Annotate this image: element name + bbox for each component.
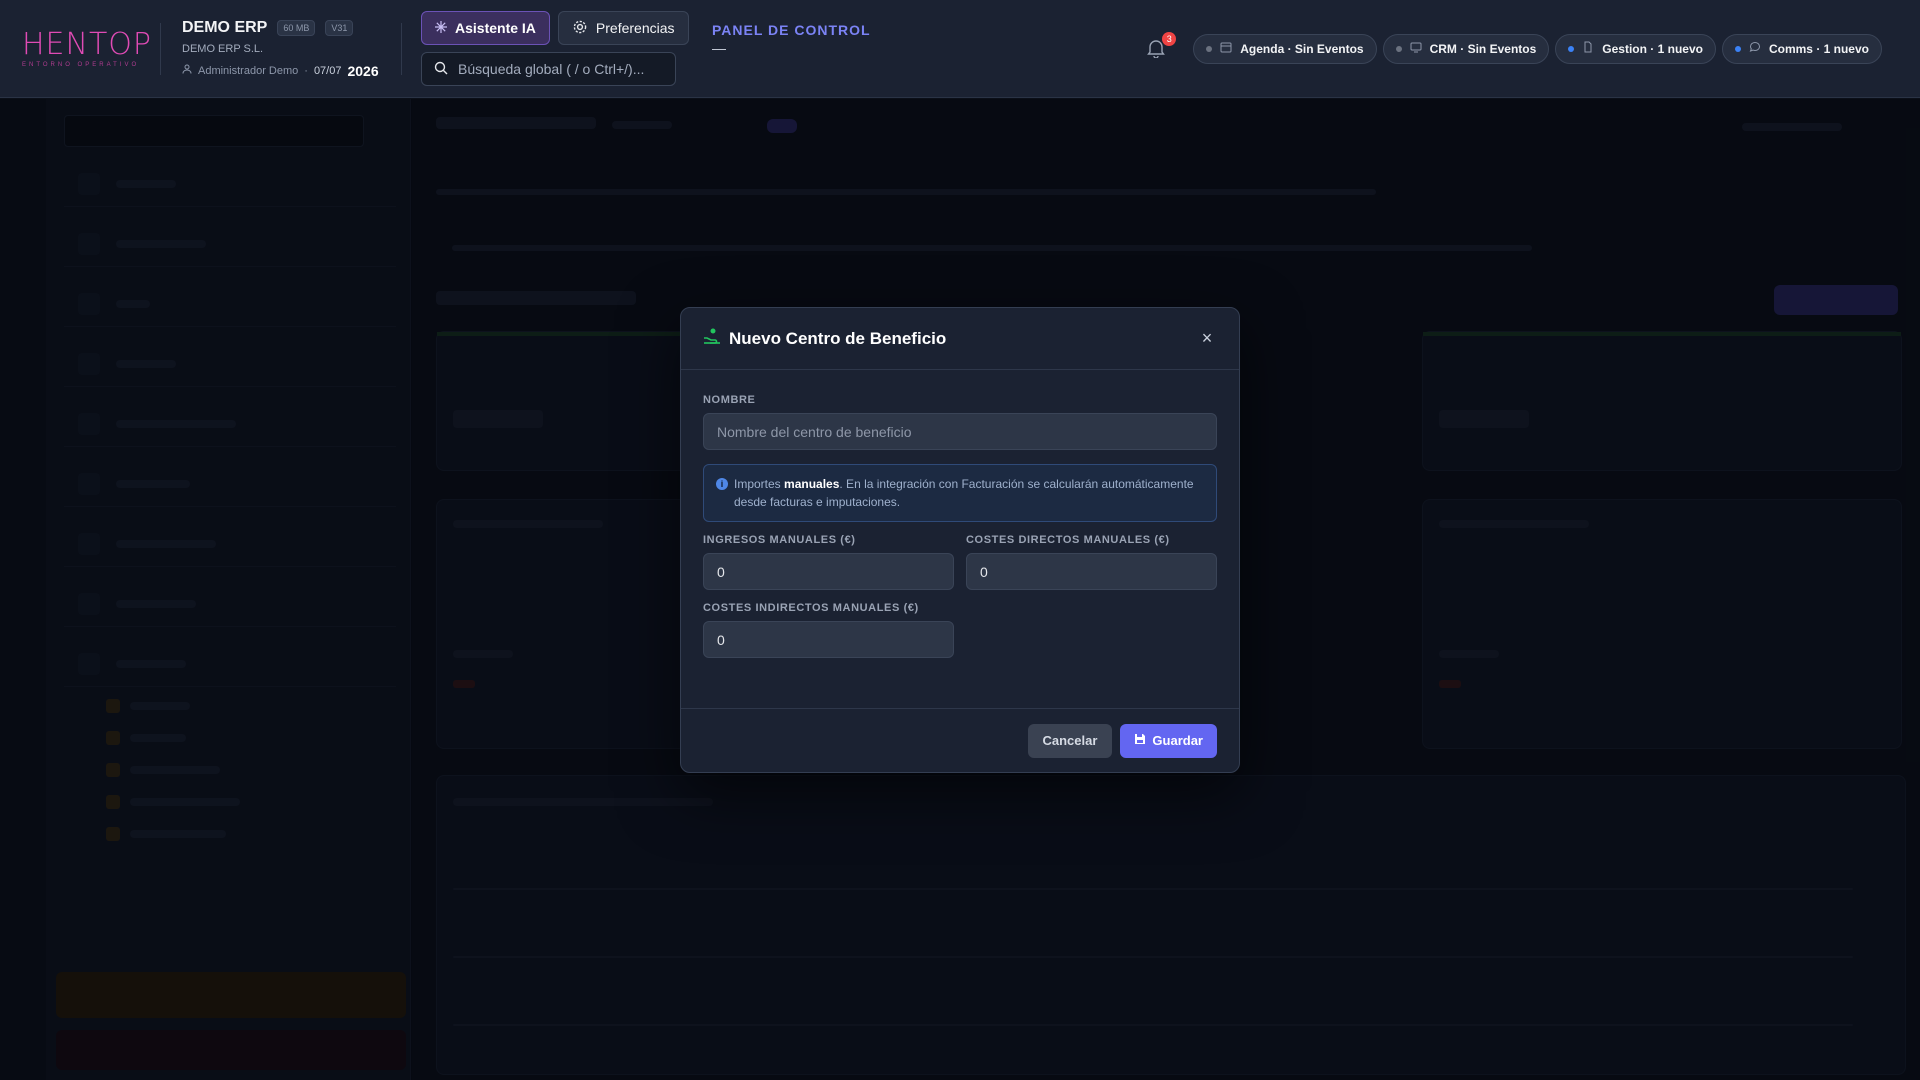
logo-subtitle: ENTORNO OPERATIVO — [22, 61, 140, 68]
comms-status-pill[interactable]: Comms · 1 nuevo — [1721, 33, 1882, 64]
gear-icon — [572, 19, 588, 38]
info-icon: i — [716, 478, 728, 490]
sparkle-icon — [435, 20, 447, 36]
indirect-costs-label: COSTES INDIRECTOS MANUALES (€) — [703, 602, 919, 614]
ai-assistant-button[interactable]: Asistente IA — [421, 11, 550, 45]
chat-icon — [1749, 41, 1761, 56]
status-dot — [1734, 45, 1741, 52]
info-notice: i Importes manuales. En la integración c… — [703, 464, 1217, 522]
company-name: DEMO ERP — [182, 18, 268, 36]
comms-status-label: Comms · 1 nuevo — [1768, 41, 1869, 56]
hand-coin-icon — [703, 327, 721, 350]
income-costs-row: INGRESOS MANUALES (€) COSTES DIRECTOS MA… — [703, 534, 1217, 590]
crm-status-label: CRM · Sin Eventos — [1429, 41, 1537, 56]
preferences-button[interactable]: Preferencias — [557, 11, 689, 45]
status-dot — [1568, 45, 1575, 52]
current-date: 07/07 — [313, 64, 342, 77]
income-label: INGRESOS MANUALES (€) — [703, 534, 856, 546]
bell-icon — [1147, 39, 1166, 62]
separator-dot: · — [304, 64, 308, 77]
company-info: DEMO ERP 60 MB V31 DEMO ERP S.L. Adminis… — [161, 19, 401, 79]
top-bar: HENTOP ENTORNO OPERATIVO DEMO ERP 60 MB … — [0, 0, 1920, 98]
logo-text: HENTOP — [22, 26, 152, 62]
header-tools: Asistente IA Preferencias Búsqueda globa… — [402, 11, 692, 86]
page-title: PANEL DE CONTROL — [712, 22, 871, 38]
crm-status-pill[interactable]: CRM · Sin Eventos — [1382, 33, 1550, 64]
search-icon — [434, 61, 448, 78]
global-search-input[interactable]: Búsqueda global ( / o Ctrl+/)... — [421, 52, 676, 86]
agenda-status-label: Agenda · Sin Eventos — [1240, 41, 1364, 56]
fiscal-year[interactable]: 2026 — [347, 63, 378, 79]
gestion-status-pill[interactable]: Gestion · 1 nuevo — [1555, 33, 1716, 64]
indirect-costs-input[interactable] — [703, 621, 954, 658]
modal-title: Nuevo Centro de Beneficio — [729, 328, 947, 348]
direct-costs-label: COSTES DIRECTOS MANUALES (€) — [966, 534, 1170, 546]
save-icon — [1134, 733, 1146, 748]
save-label: Guardar — [1152, 733, 1203, 748]
storage-badge: 60 MB — [277, 19, 316, 36]
info-text: Importes manuales. En la integración con… — [734, 475, 1204, 511]
user-name: Administrador Demo — [198, 64, 299, 77]
income-input[interactable] — [703, 553, 954, 590]
calendar-icon — [1220, 41, 1232, 56]
indirect-costs-row: COSTES INDIRECTOS MANUALES (€) — [703, 602, 1217, 658]
modal-footer: Cancelar Guardar — [681, 708, 1239, 772]
page-title-block: PANEL DE CONTROL — — [712, 0, 871, 56]
page-subtitle: — — [712, 40, 726, 56]
company-legal-name: DEMO ERP S.L. — [182, 42, 264, 55]
brand-logo[interactable]: HENTOP ENTORNO OPERATIVO — [0, 0, 160, 98]
agenda-status-pill[interactable]: Agenda · Sin Eventos — [1193, 33, 1377, 64]
user-icon — [182, 64, 192, 77]
gestion-status-label: Gestion · 1 nuevo — [1602, 41, 1703, 56]
preferences-label: Preferencias — [595, 20, 675, 36]
status-dot — [1395, 45, 1402, 52]
header-status-area: 3 Agenda · Sin Eventos CRM · Sin Eventos… — [1147, 31, 1920, 64]
document-icon — [1582, 41, 1594, 56]
modal-body: NOMBRE i Importes manuales. En la integr… — [681, 370, 1239, 658]
ai-assistant-label: Asistente IA — [455, 20, 536, 36]
version-badge: V31 — [325, 19, 354, 36]
name-input[interactable] — [703, 413, 1217, 450]
direct-costs-input[interactable] — [966, 553, 1217, 590]
status-dot — [1206, 45, 1213, 52]
notification-count-badge: 3 — [1162, 31, 1177, 46]
cancel-button[interactable]: Cancelar — [1027, 723, 1113, 758]
close-icon[interactable]: × — [1197, 328, 1217, 349]
save-button[interactable]: Guardar — [1120, 723, 1217, 758]
info-bold: manuales — [784, 477, 840, 491]
info-prefix: Importes — [734, 477, 781, 491]
monitor-icon — [1410, 41, 1422, 56]
search-placeholder: Búsqueda global ( / o Ctrl+/)... — [458, 61, 645, 77]
name-label: NOMBRE — [703, 394, 756, 406]
new-profit-center-modal: Nuevo Centro de Beneficio × NOMBRE i Imp… — [680, 307, 1240, 773]
modal-header: Nuevo Centro de Beneficio × — [681, 308, 1239, 370]
notifications-button[interactable]: 3 — [1147, 31, 1177, 62]
